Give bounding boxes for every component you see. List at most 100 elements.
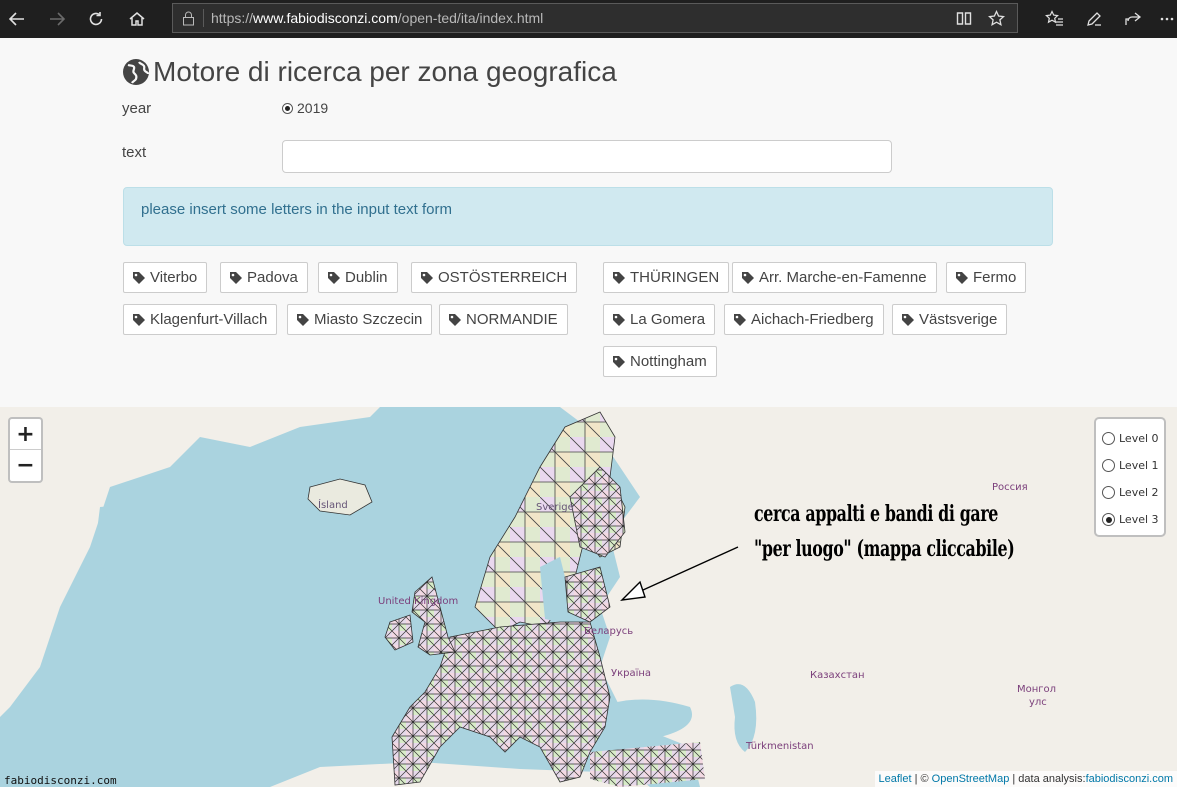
tag-thuringen[interactable]: THÜRINGEN <box>603 262 730 293</box>
tag-label: THÜRINGEN <box>630 269 720 286</box>
level-label: Level 2 <box>1119 486 1159 499</box>
globe-icon <box>123 59 150 85</box>
tag-ostosterreich[interactable]: OSTÖSTERREICH <box>411 262 578 293</box>
more-button[interactable] <box>1158 6 1176 32</box>
alert-text: please insert some letters in the input … <box>141 201 452 218</box>
arrow-left-icon <box>8 12 24 26</box>
tag-icon <box>421 271 433 284</box>
more-dots-icon <box>1160 17 1174 21</box>
level-1-option[interactable]: Level 1 <box>1102 452 1164 479</box>
radio-indicator[interactable] <box>1102 513 1115 526</box>
zoom-out-button[interactable]: − <box>10 450 41 480</box>
tag-label: Padova <box>247 269 298 286</box>
watermark: fabiodisconzi.com <box>4 774 117 787</box>
tag-label: Västsverige <box>919 311 998 328</box>
tag-icon <box>734 313 746 326</box>
north-america-bay <box>95 502 175 597</box>
tag-miasto-szczecin[interactable]: Miasto Szczecin <box>287 304 433 335</box>
favorites-list-icon <box>1044 10 1063 26</box>
map-label-kazakhstan: Казахстан <box>810 670 865 681</box>
forward-button[interactable] <box>44 6 70 32</box>
level-label: Level 1 <box>1119 459 1159 472</box>
search-input[interactable] <box>282 140 892 173</box>
address-separator <box>203 9 204 27</box>
url-text[interactable]: https://www.fabiodisconzi.com/open-ted/i… <box>211 10 543 26</box>
tag-icon <box>230 271 242 284</box>
tag-marche-en-famenne[interactable]: Arr. Marche-en-Famenne <box>732 262 937 293</box>
browser-toolbar: https://www.fabiodisconzi.com/open-ted/i… <box>0 0 1177 38</box>
home-icon <box>129 12 145 26</box>
map-label-russia: Россия <box>992 482 1028 493</box>
level-3-option[interactable]: Level 3 <box>1102 506 1164 533</box>
tag-label: Aichach-Friedberg <box>751 311 874 328</box>
tag-vastsverige[interactable]: Västsverige <box>892 304 1008 335</box>
year-label: year <box>122 100 152 117</box>
map-label-island: Ísland <box>318 500 348 511</box>
share-button[interactable] <box>1120 6 1146 32</box>
zoom-in-button[interactable]: + <box>10 419 41 450</box>
leaflet-link[interactable]: Leaflet <box>879 773 912 785</box>
reading-view-icon[interactable] <box>956 11 972 26</box>
map-label-mongolia-1: Монгол <box>1017 684 1057 695</box>
notes-button[interactable] <box>1081 6 1107 32</box>
info-alert: please insert some letters in the input … <box>123 187 1053 246</box>
map-canvas[interactable] <box>0 407 1177 787</box>
map-label-sverige: Sverige <box>536 502 574 513</box>
tag-padova[interactable]: Padova <box>220 262 308 293</box>
tag-fermo[interactable]: Fermo <box>946 262 1027 293</box>
turkey-regions <box>590 742 705 787</box>
annotation-line-2: "per luogo" (mappa cliccabile) <box>754 536 1015 562</box>
address-bar[interactable]: https://www.fabiodisconzi.com/open-ted/i… <box>172 3 1018 33</box>
tag-label: La Gomera <box>630 311 706 328</box>
home-button[interactable] <box>124 6 150 32</box>
text-label: text <box>122 144 147 161</box>
share-icon <box>1125 12 1142 25</box>
radio-indicator[interactable] <box>1102 486 1115 499</box>
refresh-button[interactable] <box>83 6 109 32</box>
tag-label: Dublin <box>345 269 388 286</box>
tag-label: Miasto Szczecin <box>314 311 423 328</box>
page-title: Motore di ricerca per zona geografica <box>122 54 617 90</box>
tag-icon <box>613 271 625 284</box>
radio-indicator[interactable] <box>1102 432 1115 445</box>
tag-icon <box>613 355 625 368</box>
tag-icon <box>297 313 309 326</box>
level-label: Level 0 <box>1119 432 1159 445</box>
back-button[interactable] <box>4 6 30 32</box>
favorite-star-icon[interactable] <box>988 10 1005 27</box>
radio-indicator[interactable] <box>282 102 293 114</box>
level-selector: Level 0 Level 1 Level 2 Level 3 <box>1094 417 1166 537</box>
tag-dublin[interactable]: Dublin <box>318 262 398 293</box>
tag-icon <box>956 271 968 284</box>
tag-viterbo[interactable]: Viterbo <box>123 262 208 293</box>
tag-icon <box>133 271 145 284</box>
tag-label: Nottingham <box>630 353 707 370</box>
radio-indicator[interactable] <box>1102 459 1115 472</box>
tag-normandie[interactable]: NORMANDIE <box>439 304 568 335</box>
map-label-uk: United Kingdom <box>378 596 459 607</box>
ireland-regions <box>384 614 414 651</box>
site-link[interactable]: fabiodisconzi.com <box>1086 773 1173 785</box>
level-0-option[interactable]: Level 0 <box>1102 425 1164 452</box>
tag-aichach-friedberg[interactable]: Aichach-Friedberg <box>724 304 884 335</box>
level-2-option[interactable]: Level 2 <box>1102 479 1164 506</box>
level-label: Level 3 <box>1119 513 1159 526</box>
tag-label: Viterbo <box>150 269 198 286</box>
year-radio-2019[interactable]: 2019 <box>282 100 328 116</box>
tag-icon <box>328 271 340 284</box>
map-attribution: Leaflet | © OpenStreetMap | data analysi… <box>874 771 1177 787</box>
map-label-ukraine: Україна <box>611 668 652 679</box>
map-label-belarus: Беларусь <box>584 626 634 637</box>
pen-icon <box>1087 12 1101 26</box>
tag-label: Klagenfurt-Villach <box>150 311 268 328</box>
north-america-landmass <box>0 407 380 717</box>
tag-klagenfurt-villach[interactable]: Klagenfurt-Villach <box>123 304 278 335</box>
tag-nottingham[interactable]: Nottingham <box>603 346 717 377</box>
osm-link[interactable]: OpenStreetMap <box>932 773 1010 785</box>
tag-la-gomera[interactable]: La Gomera <box>603 304 716 335</box>
europe-map[interactable]: Ísland Sverige United Kingdom Россия Бел… <box>0 407 1177 787</box>
favorites-button[interactable] <box>1041 6 1067 32</box>
tag-label: NORMANDIE <box>466 311 558 328</box>
attribution-sep-1: | © <box>911 773 932 785</box>
attribution-sep-2: | data analysis: <box>1009 773 1086 785</box>
